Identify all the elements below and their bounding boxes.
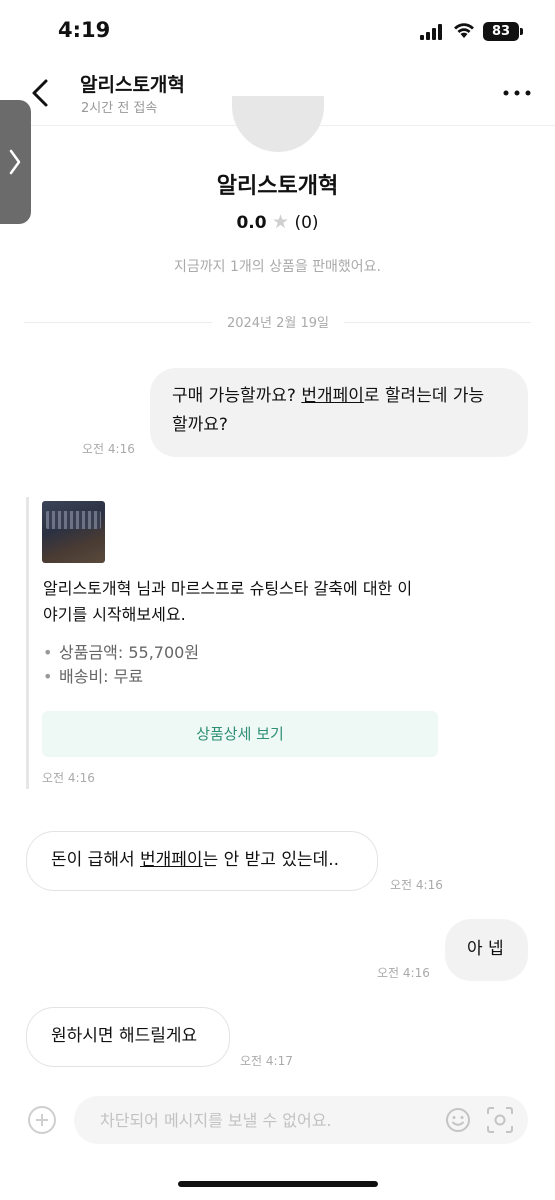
message-time: 오전 4:16 bbox=[390, 878, 443, 892]
message-bubble-received: 원하시면 해드릴게요 bbox=[26, 1007, 230, 1067]
divider-line bbox=[344, 322, 531, 323]
message-text: 할까요? bbox=[172, 415, 228, 435]
battery-icon: 83 bbox=[483, 22, 519, 41]
sold-count-text: 지금까지 1개의 상품을 판매했어요. bbox=[173, 259, 382, 275]
keyboard-image bbox=[46, 511, 101, 529]
product-info-list: • 상품금액: 55,700원 • 배송비: 무료 bbox=[43, 641, 199, 689]
message-time: 오전 4:17 bbox=[240, 1054, 293, 1068]
avatar[interactable] bbox=[232, 96, 324, 152]
camera-scan-icon[interactable] bbox=[486, 1106, 514, 1134]
date-label: 2024년 2월 19일 bbox=[226, 316, 330, 331]
home-indicator bbox=[178, 1181, 378, 1187]
card-intro-text: 알리스토개혁 님과 마르스프로 슈팅스타 갈축에 대한 이 야기를 시작해보세요… bbox=[43, 576, 443, 628]
list-item: • 상품금액: 55,700원 bbox=[43, 641, 199, 665]
bungaepay-link[interactable]: 번개페이 bbox=[140, 850, 203, 870]
emoji-icon[interactable] bbox=[445, 1107, 471, 1133]
message-bubble-received: 돈이 급해서 번개페이는 안 받고 있는데.. bbox=[26, 831, 378, 891]
star-icon: ★ bbox=[271, 211, 290, 233]
bullet-icon: • bbox=[43, 667, 53, 686]
card-text-line: 알리스토개혁 님과 마르스프로 슈팅스타 갈축에 대한 이 bbox=[43, 579, 413, 598]
card-text-line: 야기를 시작해보세요. bbox=[43, 605, 186, 624]
card-accent-bar bbox=[26, 497, 29, 789]
seller-name[interactable]: 알리스토개혁 bbox=[0, 168, 555, 200]
battery-tip bbox=[520, 28, 523, 35]
message-text: 는 안 받고 있는데.. bbox=[202, 850, 340, 870]
rating-value: 0.0 bbox=[236, 213, 267, 233]
message-text: 아 넵 bbox=[467, 939, 504, 959]
cellular-signal-icon bbox=[420, 24, 442, 40]
seller-rating: 0.0 ★ (0) bbox=[0, 211, 555, 233]
message-time: 오전 4:16 bbox=[42, 771, 95, 785]
message-text: 돈이 급해서 bbox=[51, 850, 141, 870]
status-bar: 4:19 83 bbox=[0, 0, 555, 62]
bungaepay-link[interactable]: 번개페이 bbox=[301, 386, 364, 406]
message-text: 구매 가능할까요? bbox=[172, 386, 302, 406]
page-title: 알리스토개혁 bbox=[80, 74, 185, 96]
shipping-fee: 배송비: 무료 bbox=[59, 667, 144, 686]
chevron-left-icon[interactable] bbox=[26, 76, 56, 110]
product-thumbnail[interactable] bbox=[42, 501, 105, 563]
message-bubble-sent: 아 넵 bbox=[445, 919, 528, 981]
rating-count: (0) bbox=[294, 213, 319, 233]
plus-icon[interactable] bbox=[28, 1106, 56, 1134]
divider-line bbox=[24, 322, 212, 323]
message-time: 오전 4:16 bbox=[82, 442, 135, 456]
product-detail-button[interactable]: 상품상세 보기 bbox=[42, 711, 438, 757]
more-dots-icon[interactable] bbox=[500, 80, 534, 106]
date-divider: 2024년 2월 19일 bbox=[24, 312, 531, 332]
bullet-icon: • bbox=[43, 643, 53, 662]
status-time: 4:19 bbox=[58, 18, 111, 42]
wifi-icon bbox=[454, 23, 474, 38]
last-seen-text: 2시간 전 접속 bbox=[81, 101, 158, 116]
message-bubble-sent: 구매 가능할까요? 번개페이로 할려는데 가능 할까요? bbox=[150, 368, 528, 457]
list-item: • 배송비: 무료 bbox=[43, 665, 199, 689]
message-text: 원하시면 해드릴게요 bbox=[51, 1026, 198, 1046]
message-time: 오전 4:16 bbox=[377, 966, 430, 980]
message-text: 로 할려는데 가능 bbox=[363, 386, 485, 406]
side-drawer-handle[interactable] bbox=[0, 100, 31, 224]
product-price: 상품금액: 55,700원 bbox=[59, 643, 200, 662]
